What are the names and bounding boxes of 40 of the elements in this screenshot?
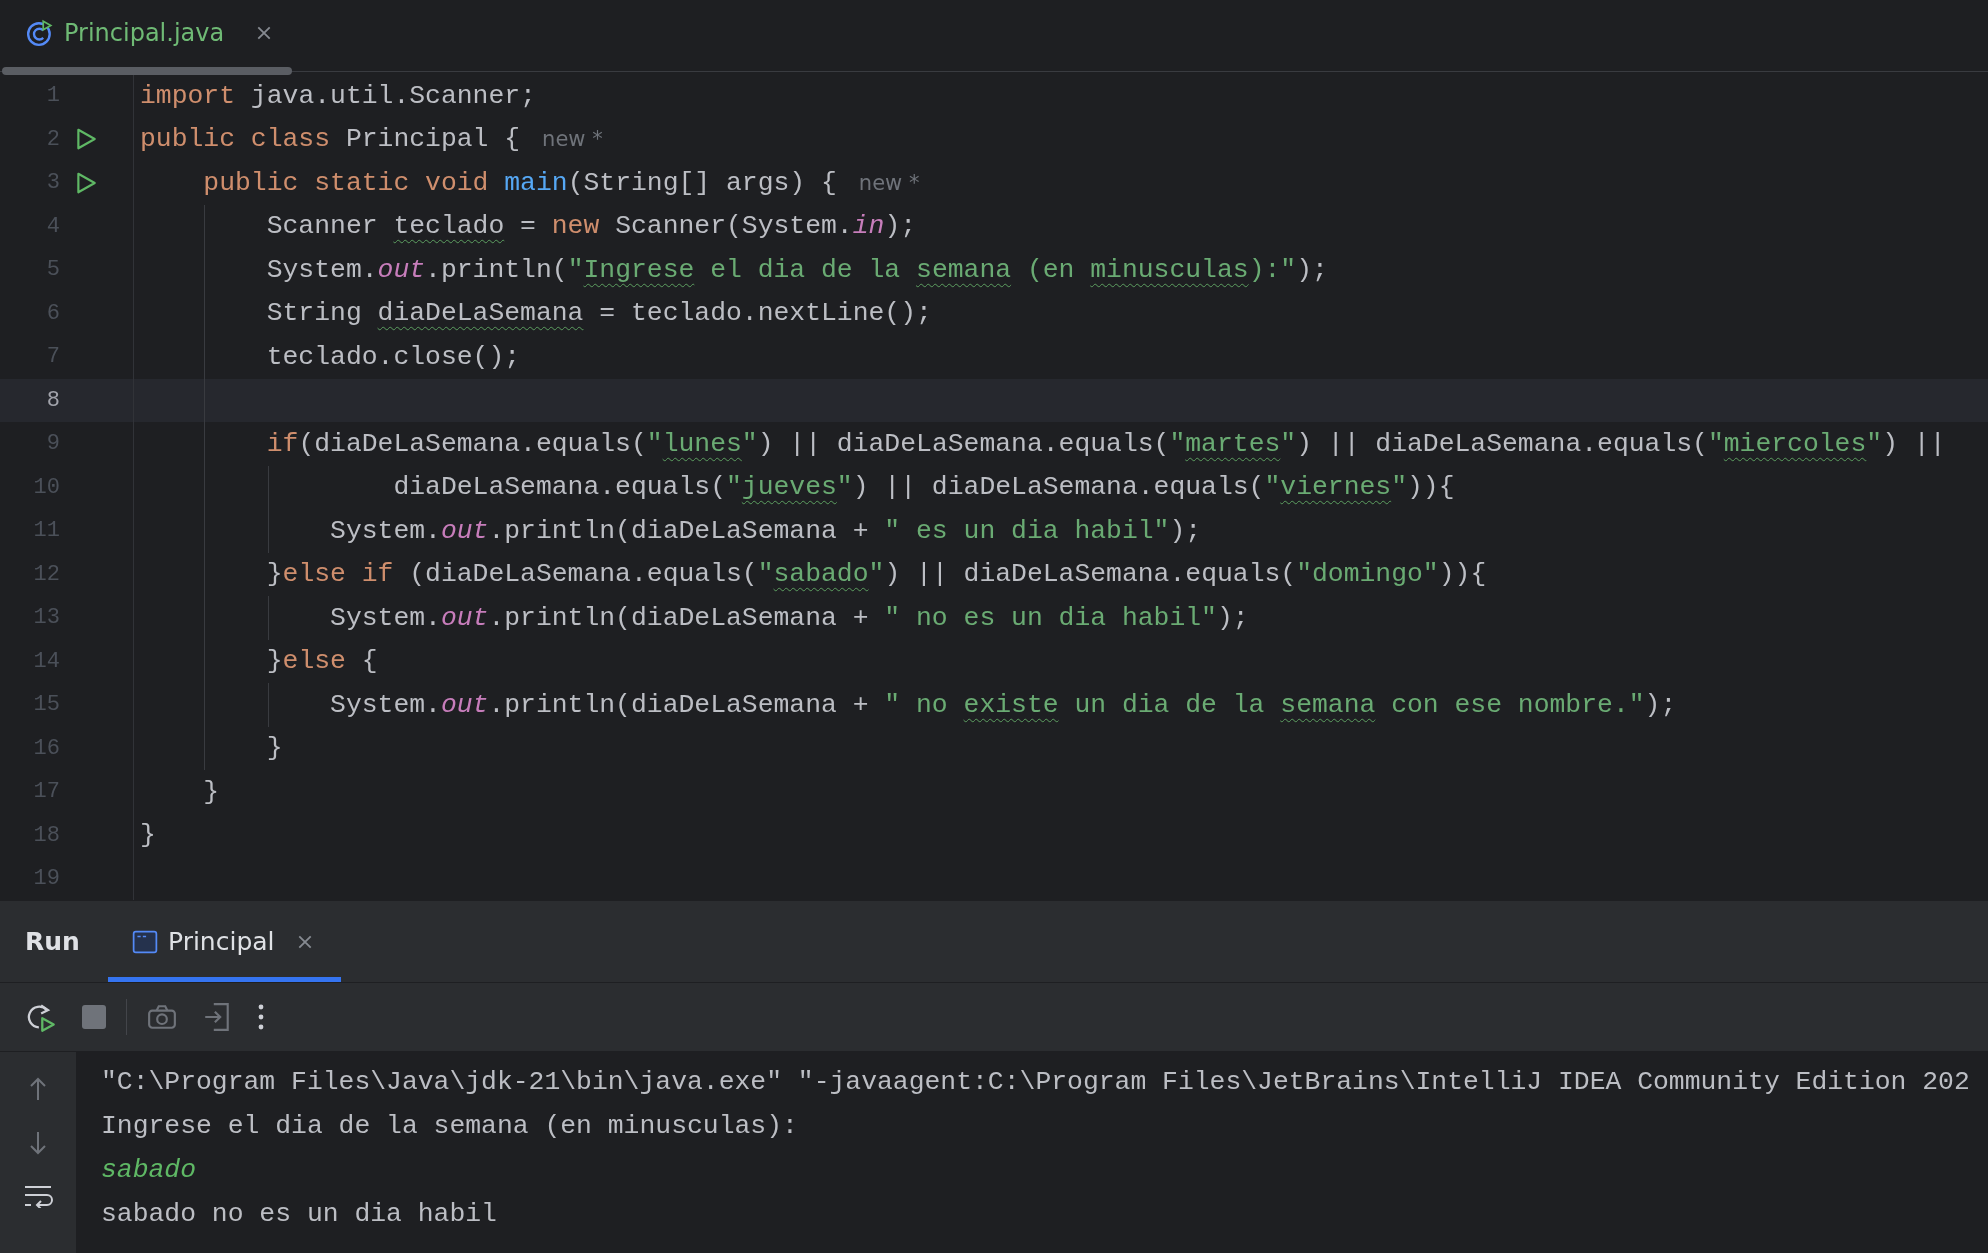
code-line: System.out.println(diaDeLaSemana + " es un dia habil");: [329, 515, 1202, 546]
more-icon[interactable]: [257, 1003, 265, 1031]
code-line: }: [140, 820, 156, 851]
code-line: if(diaDeLaSemana.equals("lunes") || diaDeLaSemana.equals("martes") || diaDeLaSemana.equals("miercoles") ||: [265, 428, 1946, 459]
arrow-up-icon[interactable]: [28, 1076, 48, 1102]
code-line: Scanner teclado = new Scanner(System.in);: [265, 211, 917, 242]
output-text: sabado no es un dia habil: [101, 1198, 497, 1231]
code-line: diaDeLaSemana.equals("jueves") || diaDeLaSemana.equals("viernes")){: [392, 472, 1455, 503]
output-text: Ingrese el dia de la semana (en minusculas):: [101, 1110, 798, 1143]
line-number: 8: [45, 387, 60, 413]
code-line: System.out.println(diaDeLaSemana + " no existe un dia de la semana con ese nombre.");: [329, 689, 1677, 720]
code-line: }else if (diaDeLaSemana.equals("sabado") || diaDeLaSemana.equals("domingo")){: [265, 559, 1487, 590]
camera-icon[interactable]: [147, 1004, 177, 1030]
code-line: System.out.println("Ingrese el dia de la semana (en minusculas):");: [265, 254, 1328, 285]
inlay-hint[interactable]: new *: [858, 170, 920, 195]
run-tab[interactable]: Principal: [108, 901, 341, 982]
run-icon[interactable]: [74, 170, 98, 195]
run-icon[interactable]: [74, 127, 98, 152]
import-icon[interactable]: [203, 1002, 231, 1032]
code-line: public static void main(String[] args) {: [202, 167, 837, 198]
code-line: }: [202, 776, 220, 807]
file-tab[interactable]: Principal.java: [64, 18, 225, 47]
window-icon: [132, 929, 158, 954]
arrow-down-icon[interactable]: [28, 1130, 48, 1156]
inlay-hint[interactable]: new *: [542, 127, 603, 152]
typed-text: sabado: [101, 1154, 197, 1187]
java-class-icon: [26, 18, 54, 47]
code-line: import java.util.Scanner;: [140, 80, 536, 111]
output-text: "C:\Program Files\Java\jdk-21\bin\java.exe" "-javaagent:C:\Program Files\JetBrains\IntelliJ IDEA Community Edition 202: [101, 1066, 1970, 1099]
scrollbar[interactable]: [2, 67, 292, 75]
code-line: System.out.println(diaDeLaSemana + " no es un dia habil");: [329, 602, 1249, 633]
code-line: String diaDeLaSemana = teclado.nextLine();: [265, 298, 932, 329]
close-icon[interactable]: [296, 933, 313, 950]
code-line: }: [265, 733, 283, 764]
code-line: teclado.close();: [265, 341, 521, 372]
close-icon[interactable]: [256, 24, 273, 41]
code-line: }else {: [265, 646, 378, 677]
panel-title: Run: [25, 927, 81, 956]
code-line: public class Principal {: [140, 124, 521, 155]
soft-wrap-icon[interactable]: [23, 1184, 53, 1208]
